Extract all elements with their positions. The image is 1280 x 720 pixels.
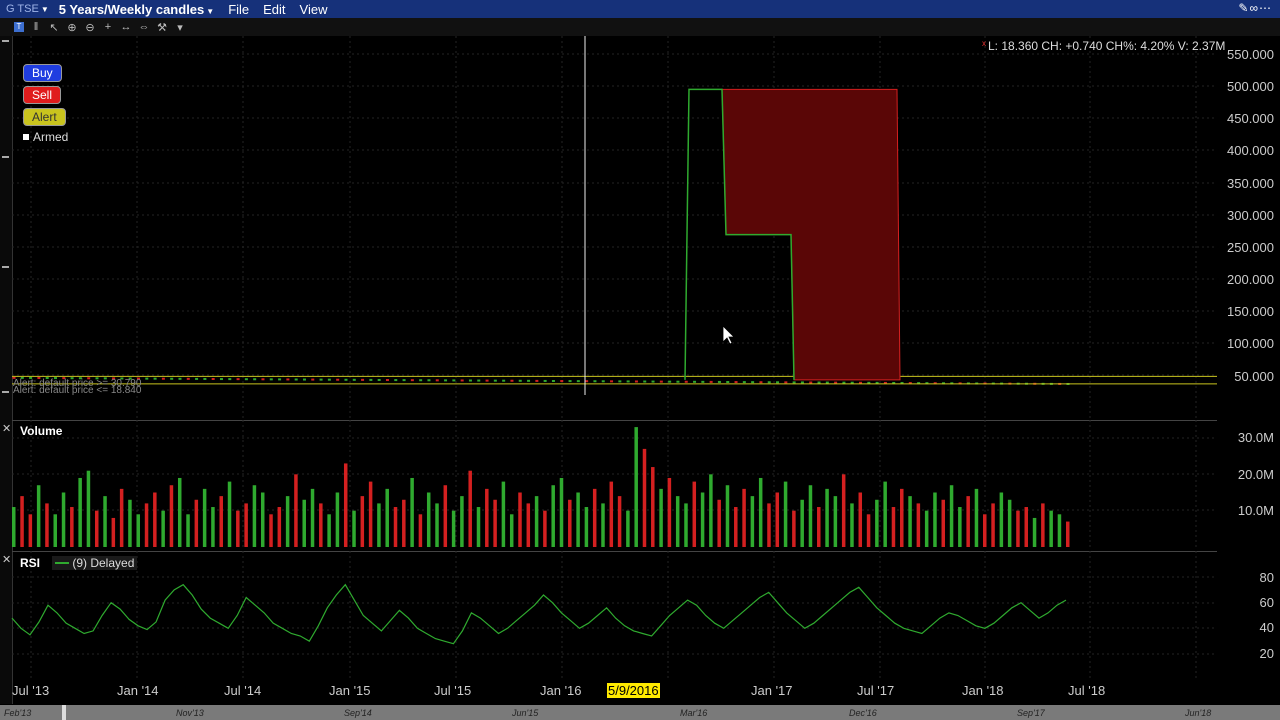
time-tick: Jul '15 xyxy=(434,683,472,698)
close-volume-icon[interactable]: ✕ xyxy=(2,422,11,435)
menu-view[interactable]: View xyxy=(300,2,328,17)
rsi-panel[interactable] xyxy=(12,551,1217,680)
menu-edit[interactable]: Edit xyxy=(263,2,285,17)
chevron-down-icon[interactable]: ▾ xyxy=(174,21,186,34)
timeframe-dropdown[interactable]: 5 Years/Weekly candles ▼ xyxy=(59,2,214,17)
link-icon[interactable]: ✎∞⋯ xyxy=(1238,1,1272,15)
chevron-down-icon: ▼ xyxy=(40,5,49,14)
timeframe-label: 5 Years/Weekly candles xyxy=(58,1,205,17)
armed-status[interactable]: Armed xyxy=(23,130,68,144)
price-tick: 450.000 xyxy=(1227,111,1274,126)
ticker-dropdown[interactable]: G TSE ▼ xyxy=(6,3,49,15)
buy-button[interactable]: Buy xyxy=(23,64,62,82)
navigator-handle[interactable] xyxy=(62,705,66,720)
title-bar: G TSE ▼ 5 Years/Weekly candles ▼ File Edit… xyxy=(0,0,1280,18)
volume-tick: 20.0M xyxy=(1237,467,1274,482)
nav-label: Feb'13 xyxy=(4,708,32,718)
price-tick: 350.000 xyxy=(1227,176,1274,191)
rsi-tick: 80 xyxy=(1259,570,1274,585)
price-tick: 150.000 xyxy=(1227,304,1274,319)
quote-info: x L: 18.360 CH: +0.740 CH%: 4.20% V: 2.37… xyxy=(982,39,1225,53)
nav-label: Nov'13 xyxy=(176,708,204,718)
time-tick: Jan '18 xyxy=(962,683,1004,698)
price-tick: 400.000 xyxy=(1227,143,1274,158)
zoom-out-icon[interactable]: ⊖ xyxy=(84,21,96,34)
chart-toolbar: T ‖ ↖ ⊕ ⊖ + ↔ ⇔ ⚒ ▾ xyxy=(0,18,1280,36)
price-tick: 500.000 xyxy=(1227,79,1274,94)
ticker-exchange: TSE xyxy=(17,3,39,15)
nav-label: Mar'16 xyxy=(680,708,708,718)
chevron-down-icon: ▼ xyxy=(206,6,215,16)
crosshair-icon[interactable]: + xyxy=(102,21,114,33)
quote-text: L: 18.360 CH: +0.740 CH%: 4.20% V: 2.37M xyxy=(988,39,1226,53)
price-axis[interactable]: 550.000 500.000 450.000 400.000 350.000 … xyxy=(1217,36,1280,418)
rsi-legend-label: (9) Delayed xyxy=(72,556,135,570)
price-tick: 300.000 xyxy=(1227,208,1274,223)
rsi-axis[interactable]: 80 60 40 20 xyxy=(1217,551,1280,679)
nav-label: Jun'18 xyxy=(1185,708,1212,718)
fit-icon[interactable]: ↔ xyxy=(120,21,132,33)
pointer-icon[interactable]: ↖ xyxy=(48,21,60,34)
close-icon[interactable]: x xyxy=(982,39,986,48)
alert-button[interactable]: Alert xyxy=(23,108,66,126)
price-tick: 100.000 xyxy=(1227,336,1274,351)
time-tick: Jan '16 xyxy=(540,683,582,698)
time-tick: Jan '17 xyxy=(751,683,793,698)
volume-title: Volume xyxy=(20,424,63,438)
nav-label: Dec'16 xyxy=(849,708,877,718)
alert-label-lower: Alert: default price <= 18.840 xyxy=(13,385,142,396)
alert-labels: Alert: default price >= 30.790 Alert: de… xyxy=(13,378,141,396)
time-tick: Jan '14 xyxy=(117,683,159,698)
price-tick: 250.000 xyxy=(1227,240,1274,255)
time-tick: Jul '17 xyxy=(857,683,895,698)
price-panel[interactable] xyxy=(12,36,1217,418)
volume-panel[interactable] xyxy=(12,420,1217,549)
price-tick: 550.000 xyxy=(1227,47,1274,62)
armed-checkbox[interactable] xyxy=(23,134,29,140)
time-tick: Jan '15 xyxy=(329,683,371,698)
menu-file[interactable]: File xyxy=(228,2,249,17)
price-tick: 200.000 xyxy=(1227,272,1274,287)
rsi-legend-swatch xyxy=(55,562,69,564)
zoom-in-icon[interactable]: ⊕ xyxy=(66,21,78,34)
volume-axis[interactable]: 30.0M 20.0M 10.0M xyxy=(1217,420,1280,548)
time-tick: Jul '14 xyxy=(224,683,262,698)
nav-label: Sep'17 xyxy=(1017,708,1045,718)
navigator-scrollbar[interactable]: Feb'13 Nov'13 Sep'14 Jun'15 Mar'16 Dec'1… xyxy=(0,705,1280,720)
rsi-legend[interactable]: (9) Delayed xyxy=(52,556,138,570)
volume-tick: 10.0M xyxy=(1237,503,1274,518)
wrench-icon[interactable]: ⚒ xyxy=(156,21,168,34)
scroll-icon[interactable]: ⇔ xyxy=(138,21,150,33)
crosshair-date: 5/9/2016 xyxy=(607,683,660,698)
ticker-symbol: G xyxy=(6,3,15,15)
rsi-tick: 60 xyxy=(1259,595,1274,610)
chart-type-icon[interactable]: T xyxy=(14,22,24,32)
rsi-tick: 40 xyxy=(1259,620,1274,635)
time-tick: Jul '18 xyxy=(1068,683,1106,698)
sell-button[interactable]: Sell xyxy=(23,86,62,104)
volume-tick: 30.0M xyxy=(1237,430,1274,445)
rsi-title: RSI xyxy=(20,556,41,570)
bars-icon[interactable]: ‖ xyxy=(30,21,42,33)
nav-label: Jun'15 xyxy=(512,708,539,718)
close-rsi-icon[interactable]: ✕ xyxy=(2,553,11,566)
rsi-tick: 20 xyxy=(1259,646,1274,661)
armed-label: Armed xyxy=(33,130,69,144)
time-tick: Jul '13 xyxy=(12,683,50,698)
nav-label: Sep'14 xyxy=(344,708,372,718)
price-tick: 50.000 xyxy=(1234,369,1274,384)
